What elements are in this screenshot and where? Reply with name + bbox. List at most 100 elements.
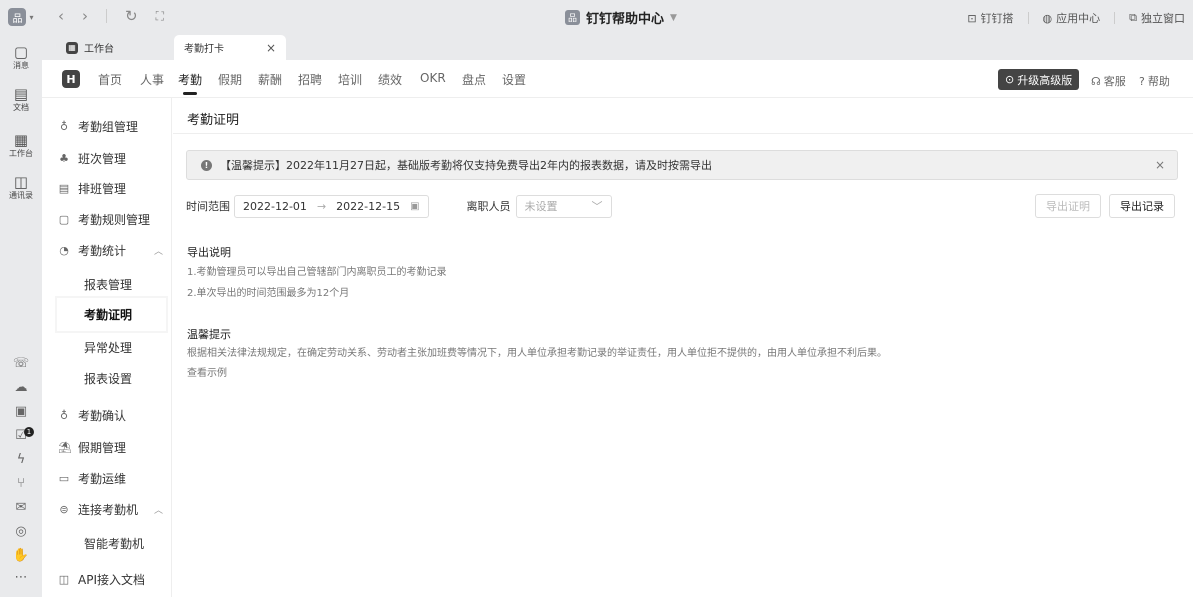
help-center-icon: 品 [565, 10, 580, 25]
menu-api-docs[interactable]: ◫ API接入文档 [58, 571, 145, 588]
notification-badge: 1 [24, 427, 34, 437]
submenu-attendance-proof[interactable]: 考勤证明 [57, 298, 166, 331]
nav-home[interactable]: 首页 [98, 71, 122, 88]
flow-icon[interactable]: ⑂ [0, 476, 42, 491]
date-range-picker[interactable]: 2022-12-01 → 2022-12-15 ▣ [234, 194, 429, 218]
nav-recruit[interactable]: 招聘 [298, 71, 322, 88]
rail-item-docs[interactable]: ▤ 文档 [0, 86, 42, 113]
menu-holiday[interactable]: ⛱ 假期管理 [58, 439, 126, 456]
divider [1114, 12, 1116, 24]
standalone-window-button[interactable]: ⧉ 独立窗口 [1129, 10, 1185, 26]
export-proof-button[interactable]: 导出证明 [1035, 194, 1101, 218]
submenu-report-management[interactable]: 报表管理 [84, 276, 132, 293]
more-icon[interactable]: ⋯ [0, 570, 42, 585]
resigned-select[interactable]: 未设置 ﹀ [515, 194, 612, 218]
nav-inventory[interactable]: 盘点 [462, 71, 486, 88]
hr-logo-icon: H [62, 70, 80, 88]
menu-ops[interactable]: ▭ 考勤运维 [58, 470, 126, 487]
tips-title: 温馨提示 [187, 328, 231, 341]
browser-nav: ‹ › ↻ ⛶ [58, 7, 164, 25]
calendar-icon[interactable]: ▣ [0, 404, 42, 419]
nav-settings[interactable]: 设置 [502, 71, 526, 88]
time-range-label: 时间范围 [186, 200, 230, 213]
mail-icon[interactable]: ✉ [0, 500, 42, 515]
app-center-button[interactable]: ◍ 应用中心 [1043, 10, 1101, 26]
api-icon: ◫ [58, 573, 70, 586]
ops-icon: ▭ [58, 472, 70, 485]
window-title[interactable]: 品 钉钉帮助中心 ▼ [565, 8, 677, 27]
view-example-link[interactable]: 查看示例 [187, 364, 227, 379]
content-frame: H 首页 人事 考勤 假期 薪酬 招聘 培训 绩效 OKR 盘点 设置 ⊙ 升级… [42, 60, 1193, 597]
app-center-icon: ◍ [1042, 11, 1053, 25]
question-icon: ? [1139, 74, 1145, 88]
forward-icon[interactable]: › [82, 7, 88, 25]
main-content: 考勤证明 ! 【温馨提示】2022年11月27日起，基础版考勤将仅支持免费导出2… [173, 98, 1193, 597]
group-icon: ♁ [59, 120, 69, 133]
rail-item-workbench[interactable]: ▦ 工作台 [0, 132, 42, 159]
resigned-label: 离职人员 [466, 200, 511, 213]
tab-attendance[interactable]: 考勤打卡 × [174, 35, 286, 60]
tips-text: 根据相关法律法规规定，在确定劳动关系、劳动者主张加班费等情况下，用人单位承担考勤… [187, 348, 887, 359]
back-icon[interactable]: ‹ [58, 7, 64, 25]
customer-service-link[interactable]: ☊ 客服 [1091, 73, 1126, 89]
nav-attendance[interactable]: 考勤 [178, 71, 202, 88]
arrow-right-icon: → [316, 199, 327, 213]
app-logo-icon: 品 [8, 8, 27, 26]
submenu-smart-device[interactable]: 智能考勤机 [84, 535, 144, 552]
rail-item-messages[interactable]: ▢ 消息 [0, 44, 42, 71]
menu-rules[interactable]: ▢ 考勤规则管理 [58, 211, 150, 228]
top-nav: H 首页 人事 考勤 假期 薪酬 招聘 培训 绩效 OKR 盘点 设置 ⊙ 升级… [42, 60, 1193, 98]
upgrade-button[interactable]: ⊙ 升级高级版 [998, 69, 1080, 90]
submenu-report-settings[interactable]: 报表设置 [84, 370, 132, 387]
grid-icon: ▦ [13, 131, 29, 149]
stats-icon: ◔ [59, 244, 69, 257]
doc-icon: ▤ [13, 85, 29, 103]
close-icon[interactable]: × [1155, 158, 1165, 172]
divider [1027, 12, 1029, 24]
refresh-icon[interactable]: ↻ [125, 7, 138, 25]
fullscreen-icon[interactable]: ⛶ [156, 9, 164, 24]
help-link[interactable]: ? 帮助 [1139, 73, 1170, 89]
nav-training[interactable]: 培训 [338, 71, 362, 88]
menu-statistics[interactable]: ◔ 考勤统计 ︿ [58, 242, 163, 259]
dingda-button[interactable]: ⊡ 钉钉搭 [967, 10, 1013, 26]
chevron-down-icon: ▼ [670, 12, 677, 23]
rules-icon: ▢ [58, 213, 70, 226]
hand-icon[interactable]: ✋ [0, 548, 42, 563]
notice-banner: ! 【温馨提示】2022年11月27日起，基础版考勤将仅支持免费导出2年内的报表… [186, 150, 1178, 180]
rail-item-contacts[interactable]: ◫ 通讯录 [0, 174, 42, 201]
menu-devices[interactable]: ⊜ 连接考勤机 ︿ [58, 501, 163, 518]
menu-confirm[interactable]: ♁ 考勤确认 [58, 407, 126, 424]
confirm-icon: ♁ [59, 409, 69, 422]
headset-icon: ☊ [1091, 74, 1101, 88]
nav-performance[interactable]: 绩效 [378, 71, 402, 88]
submenu-exceptions[interactable]: 异常处理 [84, 339, 132, 356]
workbench-icon: ▦ [66, 41, 78, 54]
device-icon: ⊜ [59, 503, 69, 516]
nav-salary[interactable]: 薪酬 [258, 71, 282, 88]
chat-icon: ▢ [13, 43, 29, 61]
titlebar-actions: ⊡ 钉钉搭 ◍ 应用中心 ⧉ 独立窗口 [967, 10, 1185, 26]
calendar-icon: ▣ [410, 200, 420, 212]
filter-bar: 时间范围 2022-12-01 → 2022-12-15 ▣ 离职人员 未设置 … [186, 191, 612, 221]
export-note-line: 1.考勤管理员可以导出自己管辖部门内离职员工的考勤记录 [187, 267, 447, 278]
title-bar: 品 ▾ ‹ › ↻ ⛶ 品 钉钉帮助中心 ▼ ⊡ 钉钉搭 ◍ 应用中心 ⧉ 独立窗口 [0, 0, 1193, 34]
menu-shift[interactable]: ♣ 班次管理 [58, 150, 126, 167]
menu-schedule[interactable]: ▤ 排班管理 [58, 180, 126, 197]
tab-workbench[interactable]: ▦ 工作台 [66, 35, 114, 60]
cloud-icon[interactable]: ☁ [0, 380, 42, 395]
export-records-button[interactable]: 导出记录 [1109, 194, 1175, 218]
active-tab-indicator [183, 92, 197, 95]
nav-okr[interactable]: OKR [420, 71, 446, 85]
nav-leave[interactable]: 假期 [218, 71, 242, 88]
phone-icon[interactable]: ☏ [0, 356, 42, 371]
ding-icon[interactable]: ◎ [0, 524, 42, 539]
side-menu: ♁ 考勤组管理 ♣ 班次管理 ▤ 排班管理 ▢ 考勤规则管理 ◔ 考勤统计 ︿ 报表管理 考… [42, 98, 172, 597]
todo-icon[interactable]: ☑ [0, 428, 42, 443]
nav-hr[interactable]: 人事 [140, 71, 164, 88]
app-menu-button[interactable]: 品 ▾ [4, 3, 38, 31]
tab-bar: ▦ 工作台 考勤打卡 × [42, 34, 1193, 60]
menu-attendance-group[interactable]: ♁ 考勤组管理 [58, 118, 138, 135]
lightning-icon[interactable]: ϟ [0, 452, 42, 467]
close-icon[interactable]: × [266, 41, 276, 55]
